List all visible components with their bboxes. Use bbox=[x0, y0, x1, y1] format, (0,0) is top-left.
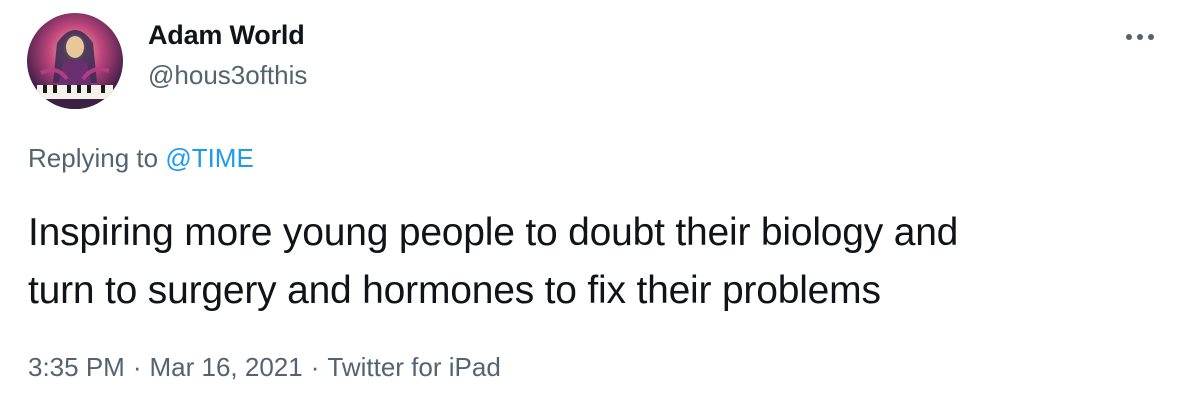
replying-to-line: Replying to @TIME bbox=[28, 143, 254, 174]
meta-separator: · bbox=[132, 352, 142, 382]
replying-to-label: Replying to bbox=[28, 143, 159, 173]
tweet-text-line: turn to surgery and hormones to fix thei… bbox=[28, 269, 881, 312]
tweet-text: Inspiring more young people to doubt the… bbox=[28, 204, 1148, 320]
author-display-name[interactable]: Adam World bbox=[148, 20, 305, 51]
reply-mention-link[interactable]: @TIME bbox=[165, 143, 254, 173]
author-avatar[interactable] bbox=[27, 13, 123, 109]
avatar-image bbox=[27, 13, 123, 109]
more-options-icon bbox=[1126, 34, 1154, 40]
tweet-card: Adam World @hous3ofthis Replying to @TIM… bbox=[0, 0, 1190, 418]
more-options-button[interactable] bbox=[1120, 22, 1160, 52]
tweet-date[interactable]: Mar 16, 2021 bbox=[150, 352, 303, 382]
tweet-time[interactable]: 3:35 PM bbox=[28, 352, 125, 382]
tweet-source[interactable]: Twitter for iPad bbox=[327, 352, 500, 382]
meta-separator: · bbox=[310, 352, 320, 382]
tweet-text-line: Inspiring more young people to doubt the… bbox=[28, 211, 959, 254]
tweet-meta: 3:35 PM · Mar 16, 2021 · Twitter for iPad bbox=[28, 352, 501, 383]
author-handle[interactable]: @hous3ofthis bbox=[148, 60, 307, 91]
